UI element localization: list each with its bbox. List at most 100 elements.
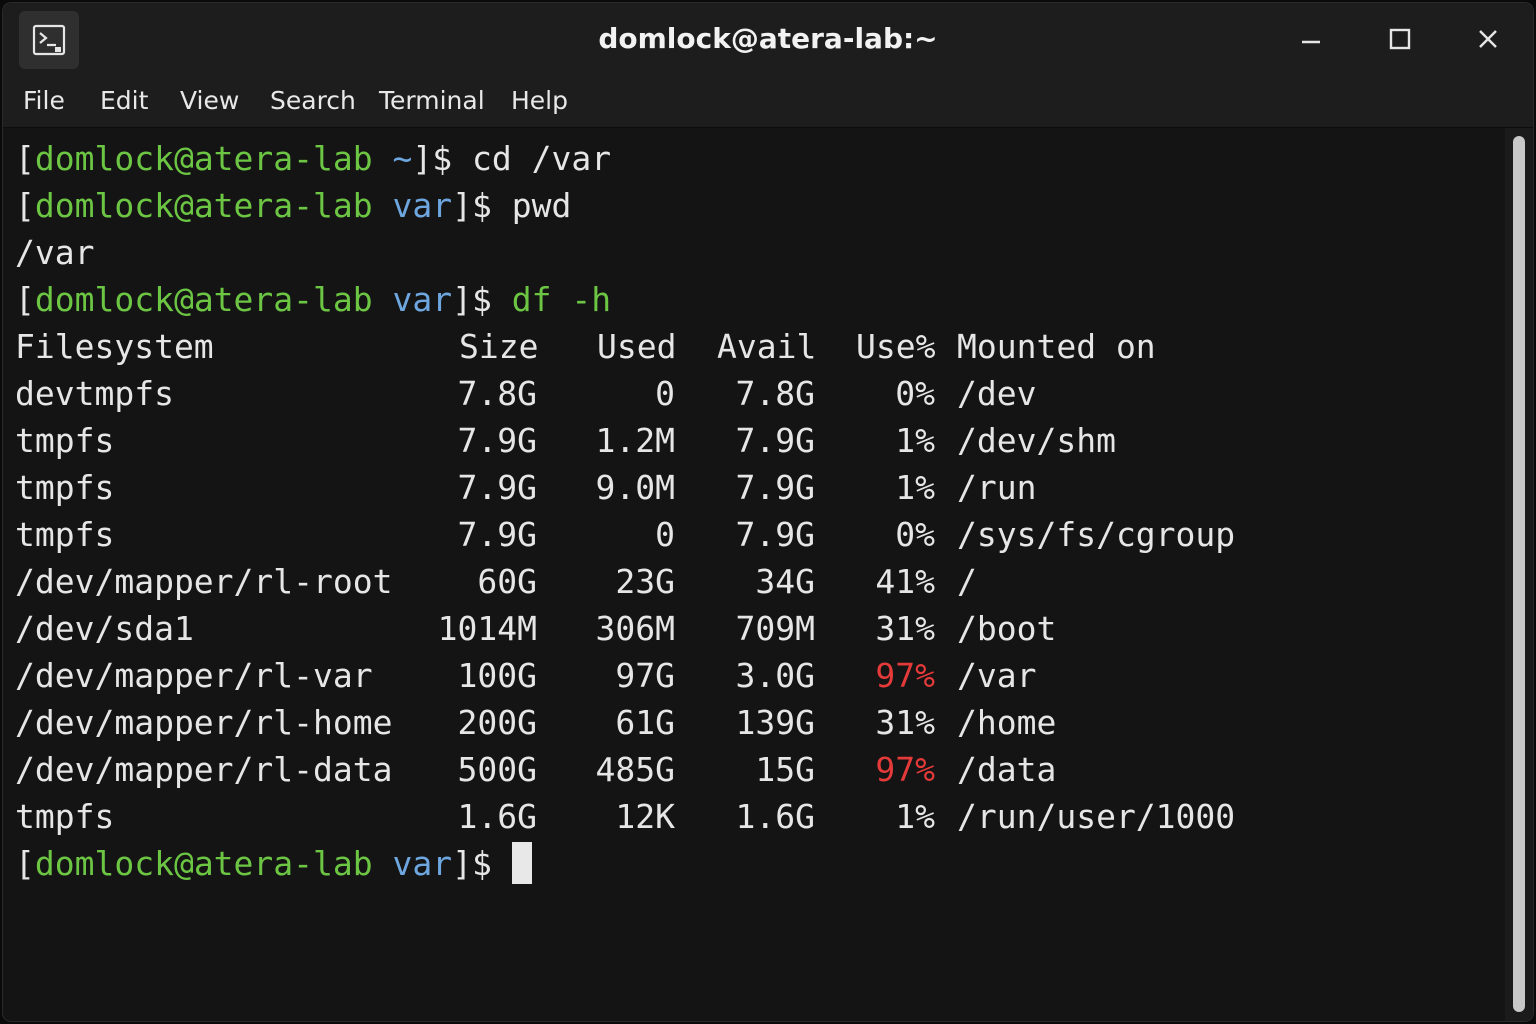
cell-mounted-on: /home bbox=[957, 703, 1057, 742]
cell-avail: 709M bbox=[735, 609, 815, 648]
close-button[interactable] bbox=[1462, 15, 1514, 63]
cell-mounted-on: /dev bbox=[957, 374, 1037, 413]
menu-view[interactable]: View bbox=[178, 75, 241, 127]
cell-size: 7.9G bbox=[457, 515, 537, 554]
prompt-bracket: [ bbox=[15, 139, 35, 178]
df-row: /dev/mapper/rl-data 500G 485G 15G 97% /data bbox=[15, 746, 1495, 793]
command-text: df -h bbox=[511, 280, 612, 319]
command-text: cd /var bbox=[472, 139, 612, 178]
prompt-user-host: domlock@atera-lab bbox=[34, 139, 373, 178]
cell-use-percent: 97% bbox=[875, 656, 935, 695]
df-row: tmpfs 1.6G 12K 1.6G 1% /run/user/1000 bbox=[15, 793, 1495, 840]
menu-search[interactable]: Search bbox=[268, 75, 358, 127]
df-row: tmpfs 7.9G 1.2M 7.9G 1% /dev/shm bbox=[15, 417, 1495, 464]
prompt-bracket: [ bbox=[15, 280, 35, 319]
maximize-button[interactable] bbox=[1374, 15, 1426, 63]
cell-avail: 139G bbox=[735, 703, 815, 742]
close-icon bbox=[1479, 30, 1497, 48]
cell-filesystem: /dev/mapper/rl-root bbox=[15, 562, 393, 601]
cell-use-percent: 41% bbox=[875, 562, 935, 601]
menu-bar: File Edit View Search Terminal Help bbox=[3, 75, 1533, 128]
cell-size: 500G bbox=[457, 750, 537, 789]
df-row: /dev/sda1 1014M 306M 709M 31% /boot bbox=[15, 605, 1495, 652]
terminal-output[interactable]: [domlock@atera-lab ~]$ cd /var [domlock@… bbox=[3, 128, 1505, 1021]
cell-mounted-on: /sys/fs/cgroup bbox=[957, 515, 1236, 554]
cell-used: 1.2M bbox=[595, 421, 675, 460]
prompt-dir: var bbox=[392, 844, 453, 883]
cell-use-percent: 31% bbox=[875, 703, 935, 742]
cell-avail: 1.6G bbox=[735, 797, 815, 836]
prompt-user-host: domlock@atera-lab bbox=[34, 844, 373, 883]
cell-mounted-on: /dev/shm bbox=[957, 421, 1116, 460]
cell-use-percent: 1% bbox=[895, 421, 935, 460]
cell-use-percent: 0% bbox=[895, 374, 935, 413]
prompt-dir: ~ bbox=[392, 139, 413, 178]
prompt-bracket: [ bbox=[15, 844, 35, 883]
cell-size: 60G bbox=[477, 562, 537, 601]
prompt-line: [domlock@atera-lab var]$ pwd bbox=[15, 182, 571, 229]
cell-avail: 7.9G bbox=[735, 421, 815, 460]
scrollbar-thumb[interactable] bbox=[1513, 136, 1525, 1012]
df-row: /dev/mapper/rl-root 60G 23G 34G 41% / bbox=[15, 558, 1495, 605]
cell-used: 485G bbox=[595, 750, 675, 789]
cell-mounted-on: /run bbox=[957, 468, 1037, 507]
prompt-user-host: domlock@atera-lab bbox=[34, 280, 373, 319]
cell-mounted-on: /boot bbox=[957, 609, 1057, 648]
cell-size: 100G bbox=[457, 656, 537, 695]
cell-size: 1.6G bbox=[457, 797, 537, 836]
prompt-line: [domlock@atera-lab var]$ df -h bbox=[15, 276, 611, 323]
menu-help[interactable]: Help bbox=[509, 75, 570, 127]
cell-mounted-on: /var bbox=[957, 656, 1037, 695]
header-use-percent: Use% bbox=[856, 327, 936, 366]
cell-filesystem: /dev/mapper/rl-var bbox=[15, 656, 373, 695]
cell-use-percent: 1% bbox=[895, 468, 935, 507]
terminal-icon bbox=[32, 24, 66, 56]
scrollbar[interactable] bbox=[1505, 128, 1533, 1021]
cell-use-percent: 0% bbox=[895, 515, 935, 554]
cell-avail: 34G bbox=[755, 562, 815, 601]
cell-size: 7.8G bbox=[457, 374, 537, 413]
maximize-icon bbox=[1389, 28, 1411, 50]
cell-filesystem: /dev/sda1 bbox=[15, 609, 194, 648]
df-row: /dev/mapper/rl-var 100G 97G 3.0G 97% /var bbox=[15, 652, 1495, 699]
app-menu-button[interactable] bbox=[19, 11, 79, 69]
menu-file[interactable]: File bbox=[21, 75, 67, 127]
cell-filesystem: tmpfs bbox=[15, 421, 115, 460]
menu-terminal[interactable]: Terminal bbox=[377, 75, 487, 127]
prompt-symbol: ]$ bbox=[452, 186, 492, 225]
prompt-dir: var bbox=[392, 186, 453, 225]
prompt-dir: var bbox=[392, 280, 453, 319]
cell-used: 97G bbox=[615, 656, 675, 695]
cell-size: 7.9G bbox=[457, 468, 537, 507]
header-size: Size bbox=[459, 327, 539, 366]
cell-used: 61G bbox=[615, 703, 675, 742]
command-output: /var bbox=[15, 233, 95, 272]
header-avail: Avail bbox=[717, 327, 817, 366]
header-used: Used bbox=[597, 327, 677, 366]
df-row: tmpfs 7.9G 9.0M 7.9G 1% /run bbox=[15, 464, 1495, 511]
cell-used: 0 bbox=[655, 374, 675, 413]
prompt-bracket: [ bbox=[15, 186, 35, 225]
cell-avail: 15G bbox=[755, 750, 815, 789]
cell-mounted-on: / bbox=[957, 562, 977, 601]
minimize-icon bbox=[1302, 40, 1320, 44]
cell-filesystem: /dev/mapper/rl-data bbox=[15, 750, 393, 789]
terminal-window: domlock@atera-lab:~ File Edit View Searc… bbox=[3, 3, 1533, 1021]
cell-size: 7.9G bbox=[457, 421, 537, 460]
cell-use-percent: 97% bbox=[875, 750, 935, 789]
df-row: /dev/mapper/rl-home 200G 61G 139G 31% /home bbox=[15, 699, 1495, 746]
cell-filesystem: /dev/mapper/rl-home bbox=[15, 703, 393, 742]
df-header-row: Filesystem Size Used Avail Use% Mounted … bbox=[15, 323, 1495, 370]
cell-filesystem: tmpfs bbox=[15, 515, 115, 554]
cell-mounted-on: /run/user/1000 bbox=[957, 797, 1236, 836]
cell-used: 9.0M bbox=[595, 468, 675, 507]
cell-used: 0 bbox=[655, 515, 675, 554]
cell-avail: 7.9G bbox=[735, 515, 815, 554]
title-bar[interactable]: domlock@atera-lab:~ bbox=[3, 3, 1533, 75]
cell-used: 306M bbox=[595, 609, 675, 648]
cell-avail: 3.0G bbox=[735, 656, 815, 695]
cell-used: 12K bbox=[615, 797, 675, 836]
menu-edit[interactable]: Edit bbox=[98, 75, 150, 127]
prompt-line: [domlock@atera-lab ~]$ cd /var bbox=[15, 135, 611, 182]
minimize-button[interactable] bbox=[1285, 15, 1337, 63]
